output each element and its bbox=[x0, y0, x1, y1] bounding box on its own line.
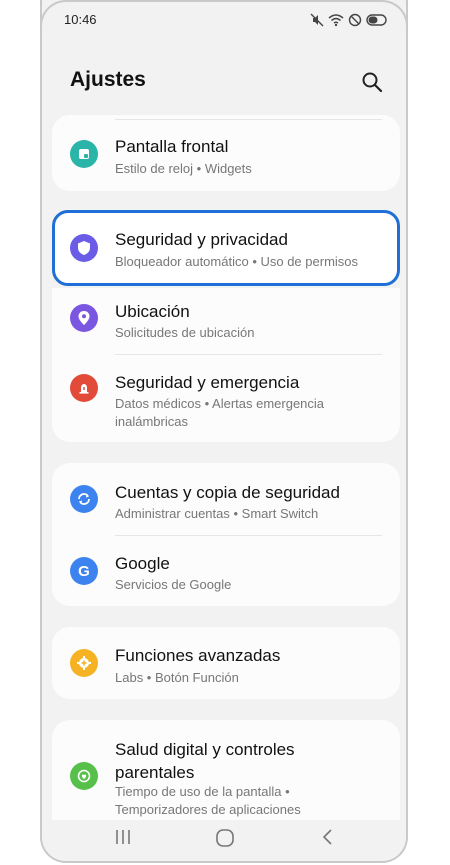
navigation-bar bbox=[42, 820, 406, 860]
item-title: Ubicación bbox=[115, 302, 190, 321]
item-subtitle: Bloqueador automático • Uso de permisos bbox=[115, 254, 359, 269]
item-subtitle: Administrar cuentas • Smart Switch bbox=[115, 506, 319, 521]
settings-item-security-privacy[interactable]: Seguridad y privacidad Bloqueador automá… bbox=[52, 210, 400, 286]
item-subtitle: Datos médicos • Alertas emergencia inalá… bbox=[115, 396, 325, 429]
status-time: 10:46 bbox=[64, 12, 97, 27]
settings-item-emergency[interactable]: Seguridad y emergencia Datos médicos • A… bbox=[52, 355, 400, 442]
item-subtitle: Labs • Botón Función bbox=[115, 670, 239, 685]
card-cover-screen: Pantalla frontal Estilo de reloj • Widge… bbox=[52, 115, 400, 191]
item-title: Funciones avanzadas bbox=[115, 646, 281, 665]
card-location-emergency: Ubicación Solicitudes de ubicación Segur… bbox=[52, 288, 400, 442]
mute-icon bbox=[310, 13, 324, 27]
phone-screen: 10:46 Ajustes Pantalla frontal Estilo de… bbox=[40, 0, 408, 863]
settings-item-cover-screen[interactable]: Pantalla frontal Estilo de reloj • Widge… bbox=[52, 115, 400, 191]
item-subtitle: Tiempo de uso de la pantalla • Temporiza… bbox=[115, 784, 301, 817]
status-bar: 10:46 bbox=[42, 12, 406, 32]
wifi-icon bbox=[328, 14, 344, 27]
item-title: Cuentas y copia de seguridad bbox=[115, 483, 340, 502]
location-pin-icon bbox=[70, 304, 98, 332]
card-advanced: Funciones avanzadas Labs • Botón Función bbox=[52, 627, 400, 699]
google-icon: G bbox=[70, 557, 98, 585]
home-icon[interactable] bbox=[215, 828, 235, 848]
card-accounts-google: Cuentas y copia de seguridad Administrar… bbox=[52, 463, 400, 606]
settings-item-accounts[interactable]: Cuentas y copia de seguridad Administrar… bbox=[52, 463, 400, 535]
item-title: Seguridad y privacidad bbox=[115, 230, 288, 249]
item-title: Pantalla frontal bbox=[115, 137, 229, 156]
battery-icon bbox=[366, 14, 387, 26]
shield-icon bbox=[70, 234, 98, 262]
item-subtitle: Solicitudes de ubicación bbox=[115, 325, 255, 340]
item-title: Google bbox=[115, 554, 170, 573]
settings-item-google[interactable]: G Google Servicios de Google bbox=[52, 536, 400, 606]
page-title: Ajustes bbox=[70, 68, 146, 91]
search-icon[interactable] bbox=[360, 70, 384, 94]
recent-apps-icon[interactable] bbox=[114, 828, 132, 846]
item-title: Salud digital y controles parentales bbox=[115, 740, 295, 782]
emergency-icon bbox=[70, 374, 98, 402]
wellbeing-icon bbox=[70, 762, 98, 790]
cover-screen-icon bbox=[70, 140, 98, 168]
status-icons bbox=[310, 13, 388, 27]
header: Ajustes bbox=[42, 62, 406, 102]
settings-item-advanced-features[interactable]: Funciones avanzadas Labs • Botón Función bbox=[52, 627, 400, 699]
sync-icon bbox=[70, 485, 98, 513]
item-subtitle: Estilo de reloj • Widgets bbox=[115, 161, 252, 176]
item-subtitle: Servicios de Google bbox=[115, 577, 232, 592]
item-title: Seguridad y emergencia bbox=[115, 373, 300, 392]
dnd-icon bbox=[348, 13, 362, 27]
back-icon[interactable] bbox=[320, 828, 336, 846]
gear-plus-icon bbox=[70, 649, 98, 677]
settings-item-location[interactable]: Ubicación Solicitudes de ubicación bbox=[52, 288, 400, 354]
